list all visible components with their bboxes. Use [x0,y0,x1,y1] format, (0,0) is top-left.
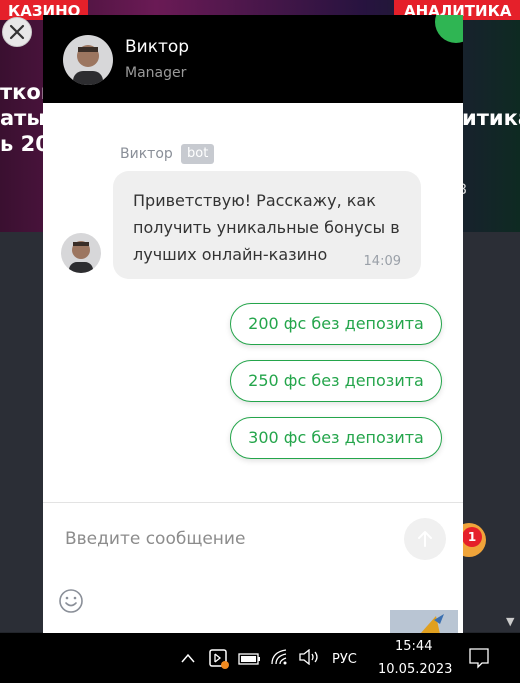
thumbnail-image [390,610,458,634]
arrow-up-icon [418,531,432,547]
message-text: Приветствую! Расскажу, как получить уник… [133,191,400,264]
battery-icon[interactable] [238,651,262,670]
volume-icon[interactable] [298,648,320,669]
message-bubble: Приветствую! Расскажу, как получить уник… [113,171,421,279]
banner-text-line: итика [462,106,520,130]
agent-name: Виктор [125,37,190,57]
clock-date[interactable]: 10.05.2023 [378,662,452,677]
message-input[interactable] [63,520,397,558]
quick-reply-button[interactable]: 300 фс без депозита [230,417,442,459]
emoji-button[interactable] [57,587,85,615]
quick-reply-button[interactable]: 250 фс без депозита [230,360,442,402]
online-indicator [435,15,463,43]
scroll-down-icon[interactable]: ▼ [506,615,514,628]
chevron-up-icon[interactable] [180,650,196,669]
avatar [63,35,113,85]
close-icon [9,24,25,40]
chat-header: Виктор Manager [43,15,463,103]
close-chat-button[interactable] [2,17,32,47]
chat-widget: Виктор Manager Виктор bot Приветствую! Р… [43,15,463,633]
message-time: 14:09 [363,254,401,269]
banner-text-line: аты [0,106,46,130]
divider [43,502,463,503]
taskbar: РУС 15:44 10.05.2023 [0,633,520,683]
clock-time[interactable]: 15:44 [395,639,432,654]
app-tray-icon[interactable] [208,648,230,674]
bot-badge: bot [181,144,215,164]
message-sender: Виктор [120,146,173,162]
notification-count-badge: 1 [462,527,482,547]
send-button[interactable] [404,518,446,560]
smiley-icon [59,589,83,613]
language-indicator[interactable]: РУС [332,652,357,667]
quick-reply-button[interactable]: 200 фс без депозита [230,303,442,345]
agent-role: Manager [125,65,187,81]
avatar [61,233,101,273]
notifications-icon[interactable] [468,647,490,673]
wifi-icon[interactable] [270,648,290,670]
